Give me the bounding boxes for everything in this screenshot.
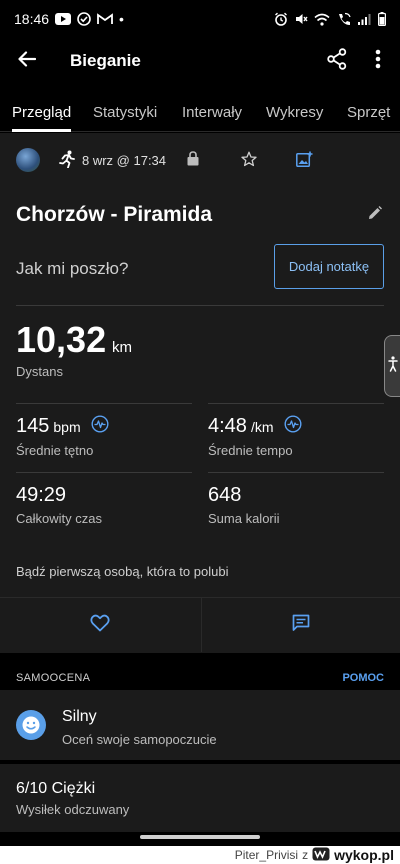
pace-label: Średnie tempo [208, 443, 293, 458]
stat-heart-rate-value-row: 145 bpm [16, 415, 109, 439]
running-icon [59, 150, 75, 173]
wykop-logo-icon [312, 847, 330, 864]
status-dot: • [119, 11, 124, 27]
comment-icon [292, 614, 310, 637]
add-note-button[interactable]: Dodaj notatkę [274, 244, 384, 289]
feeling-title: Silny [62, 708, 97, 725]
accessibility-tab[interactable] [384, 335, 400, 397]
stat-pace-value-row: 4:48 /km [208, 415, 302, 439]
battery-icon [378, 12, 386, 26]
calories-value: 648 [208, 484, 242, 506]
status-bar: 18:46 • [0, 0, 400, 38]
wifi-icon [314, 13, 330, 26]
total-time-label: Całkowity czas [16, 511, 102, 526]
social-action-bar [0, 597, 400, 652]
self-assessment-header: SAMOOCENA POMOC [0, 662, 400, 690]
total-time-value: 49:29 [16, 484, 67, 506]
home-indicator[interactable] [140, 835, 260, 839]
status-right [274, 12, 386, 26]
share-button[interactable] [324, 47, 350, 75]
tab-interwaly[interactable]: Interwały [182, 92, 242, 132]
add-photo-icon[interactable] [296, 151, 313, 172]
avatar[interactable] [16, 148, 40, 172]
tab-statystyki[interactable]: Statystyki [93, 92, 157, 132]
like-button[interactable] [0, 598, 200, 652]
tab-sprzet[interactable]: Sprzęt [347, 92, 390, 132]
watermark: Piter_Privisi z wykop.pl [0, 846, 400, 864]
activity-summary-card: 8 wrz @ 17:34 Chorzów - Piramida Jak mi … [0, 133, 400, 653]
heart-rate-value: 145 [16, 415, 50, 437]
divider [16, 305, 384, 306]
tab-bar: Przegląd Statystyki Interwały Wykresy Sp… [0, 92, 400, 132]
wifi-calling-icon [336, 12, 352, 26]
distance-unit: km [112, 339, 132, 356]
system-nav-bar [0, 832, 400, 846]
help-link[interactable]: POMOC [342, 672, 384, 684]
more-options-button[interactable] [368, 48, 388, 74]
divider [208, 472, 384, 473]
heart-rate-label: Średnie tętno [16, 443, 94, 458]
activity-date: 8 wrz @ 17:34 [82, 153, 167, 168]
back-arrow-icon [18, 50, 37, 72]
accessibility-icon [387, 355, 398, 377]
section-title: SAMOOCENA [16, 672, 91, 684]
watermark-prefix: z [302, 848, 309, 862]
heart-rate-unit: bpm [53, 419, 81, 435]
more-vert-icon [375, 49, 381, 74]
stat-pace: 4:48 /km Średnie tempo [208, 415, 302, 458]
watermark-site: wykop.pl [334, 847, 394, 863]
effort-subtitle: Wysiłek odczuwany [16, 802, 130, 817]
comment-button[interactable] [201, 598, 400, 652]
distance-label: Dystans [16, 364, 63, 379]
star-icon[interactable] [241, 151, 257, 172]
effort-card[interactable]: 6/10 Ciężki Wysiłek odczuwany [0, 764, 400, 832]
like-prompt: Bądź pierwszą osobą, która to polubi [16, 564, 229, 579]
stat-total-time: 49:29 Całkowity czas [16, 484, 102, 526]
activity-title: Chorzów - Piramida [16, 203, 213, 226]
mute-icon [294, 12, 308, 26]
pace-chart-icon[interactable] [283, 415, 302, 439]
activity-meta-row: 8 wrz @ 17:34 [0, 146, 400, 174]
heart-rate-chart-icon[interactable] [91, 415, 109, 439]
effort-title: 6/10 Ciężki [16, 780, 96, 797]
pace-value: 4:48 [208, 415, 247, 437]
status-left: 18:46 • [14, 11, 124, 27]
stat-calories: 648 Suma kalorii [208, 484, 280, 526]
youtube-icon [55, 13, 72, 25]
signal-icon [358, 13, 372, 25]
feeling-subtitle: Oceń swoje samopoczucie [62, 732, 217, 747]
back-button[interactable] [0, 38, 54, 84]
check-circle-icon [77, 12, 91, 26]
page-title: Bieganie [70, 51, 141, 70]
alarm-icon [274, 12, 288, 26]
watermark-user: Piter_Privisi [234, 848, 299, 862]
divider [16, 472, 192, 473]
lock-icon[interactable] [187, 151, 199, 171]
gmail-icon [97, 13, 113, 25]
app-bar: Bieganie [0, 38, 400, 84]
smiley-icon [16, 710, 46, 740]
divider [16, 403, 192, 404]
status-time: 18:46 [14, 11, 50, 27]
tab-przeglad[interactable]: Przegląd [12, 92, 72, 132]
pace-unit: /km [250, 419, 274, 435]
calories-label: Suma kalorii [208, 511, 280, 526]
tab-wykresy[interactable]: Wykresy [266, 92, 323, 132]
feeling-question: Jak mi poszło? [16, 259, 129, 278]
heart-icon [90, 614, 110, 637]
feeling-card[interactable]: Silny Oceń swoje samopoczucie [0, 690, 400, 760]
distance-value: 10,32 [16, 319, 107, 360]
edit-icon[interactable] [368, 206, 382, 225]
share-icon [327, 47, 347, 75]
stat-heart-rate: 145 bpm Średnie tętno [16, 415, 109, 458]
divider [208, 403, 384, 404]
